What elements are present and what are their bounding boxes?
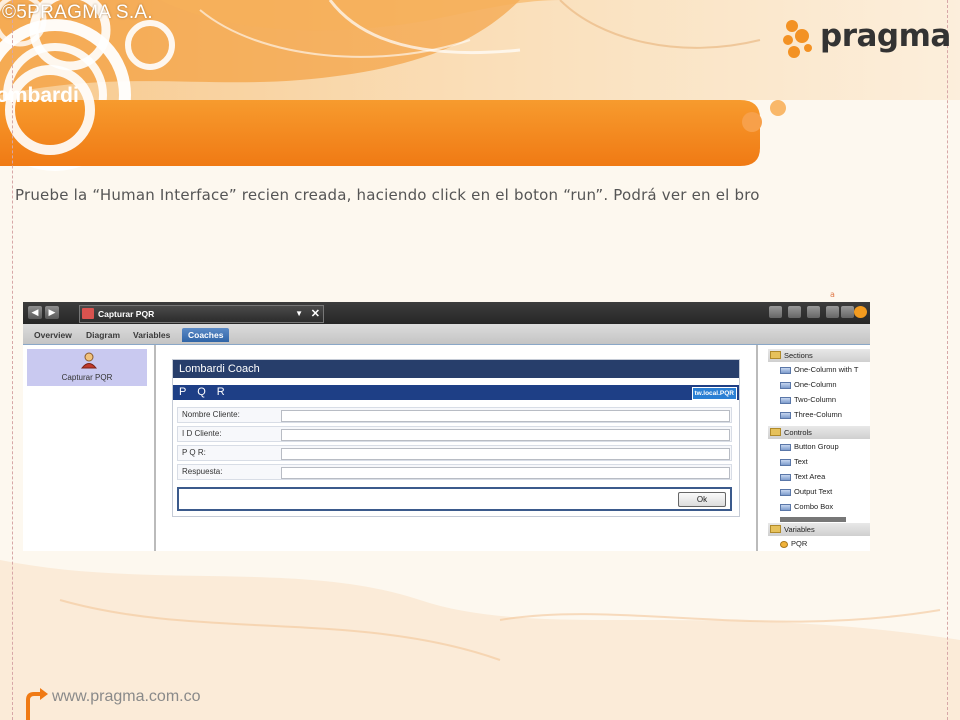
palette-item[interactable]: Text Area [780, 472, 825, 481]
back-button[interactable]: ◀ [28, 306, 42, 319]
combo-box-icon [780, 503, 791, 511]
coach-form: Lombardi Coach P Q R tw.local.PQR Nombre… [172, 359, 740, 517]
slide-title: ombardi [0, 84, 79, 107]
document-selector[interactable]: Capturar PQR ▼ ✕ [79, 305, 324, 323]
lombardi-editor-screenshot: ◀ ▶ Capturar PQR ▼ ✕ Overview Diagram Va… [23, 302, 870, 551]
section-icon [780, 381, 791, 389]
palette-sections-header[interactable]: Sections [768, 349, 870, 362]
section-icon [780, 366, 791, 374]
field-label: Respuesta: [182, 467, 223, 476]
palette-item-label: Output Text [794, 487, 833, 496]
instruction-text: Pruebe la “Human Interface” recien cread… [15, 186, 760, 204]
palette-item[interactable]: One-Column [780, 380, 837, 389]
section-title-bar: P Q R tw.local.PQR [173, 385, 739, 400]
palette-item-label: One-Column with T [794, 365, 859, 374]
button-group-icon [780, 443, 791, 451]
folder-icon [770, 525, 781, 533]
palette-item-label: PQR [791, 539, 808, 548]
text-icon [780, 458, 791, 466]
form-row: P Q R: [177, 445, 732, 461]
section-icon [780, 396, 791, 404]
columns-icon[interactable] [788, 306, 801, 318]
palette-header-label: Sections [784, 351, 813, 360]
stray-mark: a [830, 290, 835, 299]
tab-coaches[interactable]: Coaches [182, 328, 230, 342]
id-cliente-input[interactable] [281, 429, 730, 441]
tab-overview[interactable]: Overview [34, 330, 72, 340]
copyright-text: ©5PRAGMA S.A. [2, 2, 153, 23]
binding-badge: tw.local.PQR [691, 387, 737, 400]
palette-item[interactable]: Three-Column [780, 410, 842, 419]
pqr-input[interactable] [281, 448, 730, 460]
palette-item[interactable]: Two-Column [780, 395, 836, 404]
editor-tabs: Overview Diagram Variables Coaches [23, 324, 870, 345]
section-title: P Q R [179, 386, 229, 398]
coaches-list-panel: Capturar PQR [23, 345, 156, 551]
palette-item-label: Text Area [794, 472, 826, 481]
variable-icon [780, 540, 788, 548]
field-label: P Q R: [182, 448, 206, 457]
palette-header-label: Controls [784, 428, 812, 437]
palette-item-label: Text [794, 457, 808, 466]
process-icon [82, 308, 94, 319]
palette-item-label: Combo Box [794, 502, 834, 511]
left-guide-line [12, 0, 13, 720]
close-icon[interactable]: ✕ [311, 306, 320, 322]
text-area-icon [780, 473, 791, 481]
palette-item[interactable]: Output Text [780, 487, 832, 496]
document-title: Capturar PQR [98, 309, 155, 319]
tab-variables[interactable]: Variables [133, 330, 170, 340]
palette-item-label: Three-Column [794, 410, 842, 419]
coach-list-item[interactable]: Capturar PQR [27, 349, 147, 386]
folder-icon [770, 428, 781, 436]
chevron-down-icon[interactable]: ▼ [295, 306, 303, 322]
settings-icon[interactable] [841, 306, 854, 318]
respuesta-input[interactable] [281, 467, 730, 479]
layout-icon[interactable] [769, 306, 782, 318]
folder-icon [770, 351, 781, 359]
palette-scrollbar[interactable] [780, 517, 846, 522]
palette-controls-header[interactable]: Controls [768, 426, 870, 439]
person-icon [81, 352, 97, 369]
palette-variables-header[interactable]: Variables [768, 523, 870, 536]
palette-item-label: Button Group [794, 442, 839, 451]
field-label: Nombre Cliente: [182, 410, 240, 419]
run-icon[interactable] [854, 306, 867, 318]
section-icon [780, 411, 791, 419]
palette-header-label: Variables [784, 525, 815, 534]
palette-item-label: One-Column [794, 380, 837, 389]
palette-item[interactable]: Button Group [780, 442, 839, 451]
logo-wordmark: pragma [820, 18, 951, 54]
palette-panel: Sections One-Column with T One-Column Tw… [758, 345, 870, 551]
palette-item[interactable]: One-Column with T [780, 365, 858, 374]
coach-header: Lombardi Coach [173, 360, 739, 378]
palette-variable-item[interactable]: PQR [780, 539, 807, 548]
coach-design-canvas: Lombardi Coach P Q R tw.local.PQR Nombre… [156, 345, 758, 551]
footer-url[interactable]: www.pragma.com.co [52, 688, 201, 706]
tab-diagram[interactable]: Diagram [86, 330, 120, 340]
palette-item-label: Two-Column [794, 395, 837, 404]
output-text-icon [780, 488, 791, 496]
coach-list-item-label: Capturar PQR [61, 373, 113, 382]
forward-button[interactable]: ▶ [45, 306, 59, 319]
palette-item[interactable]: Combo Box [780, 502, 833, 511]
right-guide-line [947, 0, 948, 720]
nombre-cliente-input[interactable] [281, 410, 730, 422]
palette-item[interactable]: Text [780, 457, 808, 466]
list-icon[interactable] [807, 306, 820, 318]
form-row: Nombre Cliente: [177, 407, 732, 423]
ok-button[interactable]: Ok [678, 492, 726, 507]
form-row: I D Cliente: [177, 426, 732, 442]
editor-toolbar: ◀ ▶ Capturar PQR ▼ ✕ [23, 302, 870, 324]
button-group: Ok [177, 487, 732, 511]
field-label: I D Cliente: [182, 429, 222, 438]
form-row: Respuesta: [177, 464, 732, 480]
gear-icon[interactable] [826, 306, 839, 318]
